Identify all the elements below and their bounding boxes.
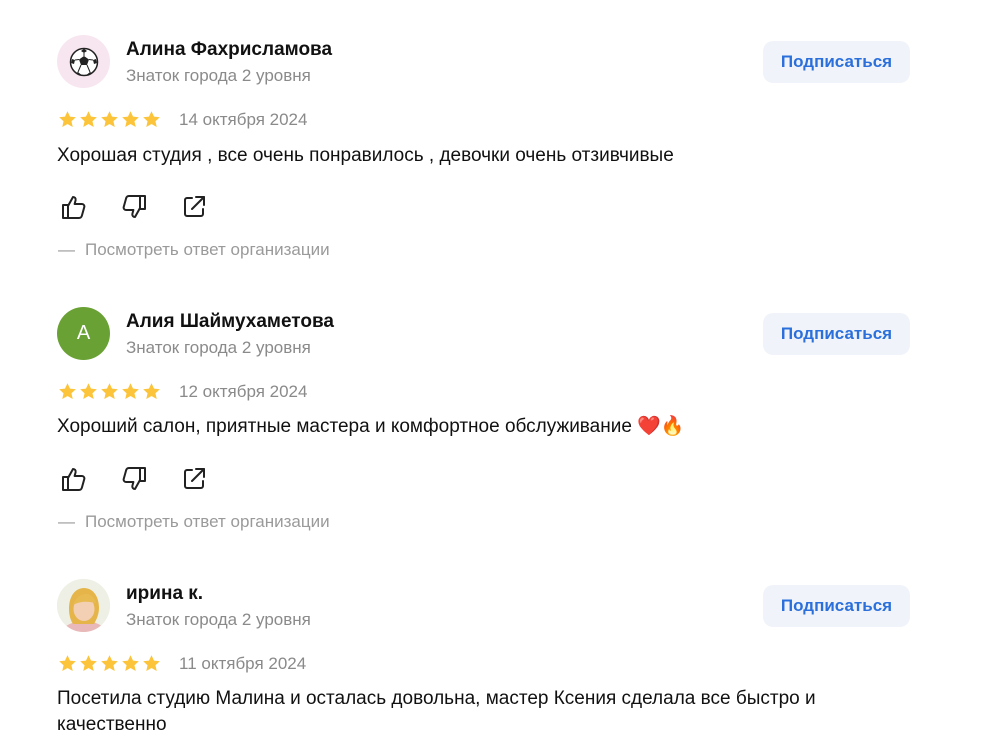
star-icon <box>80 111 97 128</box>
star-icon <box>122 383 139 400</box>
share-icon <box>184 196 205 217</box>
review-text: Посетила студию Малина и осталась доволь… <box>57 688 816 735</box>
dislike-button[interactable] <box>118 191 150 223</box>
reply-dash: — <box>58 240 75 259</box>
share-button[interactable] <box>178 463 210 495</box>
avatar[interactable] <box>57 579 110 632</box>
rating-stars <box>58 110 161 129</box>
subscribe-button[interactable]: Подписаться <box>763 585 910 627</box>
review-text: Хорошая студия , все очень понравилось ,… <box>57 145 674 166</box>
author-name[interactable]: Алия Шаймухаметова <box>126 311 334 333</box>
star-icon <box>59 655 76 672</box>
star-icon <box>143 655 160 672</box>
view-org-reply-link[interactable]: — Посмотреть ответ организации <box>58 240 330 260</box>
rating-stars <box>58 654 161 673</box>
subscribe-button[interactable]: Подписаться <box>763 41 910 83</box>
author-level: Знаток города 2 уровня <box>126 66 311 85</box>
review-text: Хороший салон, приятные мастера и комфор… <box>57 416 685 437</box>
review-date: 11 октября 2024 <box>179 654 307 673</box>
author-level: Знаток города 2 уровня <box>126 338 311 357</box>
author-name[interactable]: ирина к. <box>126 583 203 605</box>
view-org-reply-label: Посмотреть ответ организации <box>85 240 330 259</box>
review-actions <box>58 191 238 223</box>
star-icon <box>143 111 160 128</box>
like-button[interactable] <box>58 463 90 495</box>
thumbs-up-icon <box>62 196 86 219</box>
star-icon <box>59 383 76 400</box>
star-icon <box>80 655 97 672</box>
star-icon <box>143 383 160 400</box>
avatar[interactable] <box>57 35 110 88</box>
star-icon <box>101 111 118 128</box>
dislike-button[interactable] <box>118 463 150 495</box>
rating-stars <box>58 382 161 401</box>
review-date: 14 октября 2024 <box>179 110 308 129</box>
view-org-reply-label: Посмотреть ответ организации <box>85 512 330 531</box>
thumbs-down-icon <box>122 195 146 218</box>
author-name[interactable]: Алина Фахрисламова <box>126 39 332 61</box>
author-level: Знаток города 2 уровня <box>126 610 311 629</box>
avatar-letter: А <box>76 322 91 344</box>
thumbs-up-icon <box>62 468 86 491</box>
share-icon <box>184 468 205 489</box>
like-button[interactable] <box>58 191 90 223</box>
star-icon <box>101 655 118 672</box>
share-button[interactable] <box>178 191 210 223</box>
reply-dash: — <box>58 512 75 531</box>
star-icon <box>80 383 97 400</box>
soccer-ball-icon <box>69 47 98 76</box>
review-date: 12 октября 2024 <box>179 382 308 401</box>
subscribe-button[interactable]: Подписаться <box>763 313 910 355</box>
star-icon <box>101 383 118 400</box>
thumbs-down-icon <box>122 467 146 490</box>
star-icon <box>122 655 139 672</box>
user-photo-icon <box>57 579 110 632</box>
avatar[interactable]: А <box>57 307 110 360</box>
star-icon <box>59 111 76 128</box>
view-org-reply-link[interactable]: — Посмотреть ответ организации <box>58 512 330 532</box>
star-icon <box>122 111 139 128</box>
review-actions <box>58 463 238 495</box>
